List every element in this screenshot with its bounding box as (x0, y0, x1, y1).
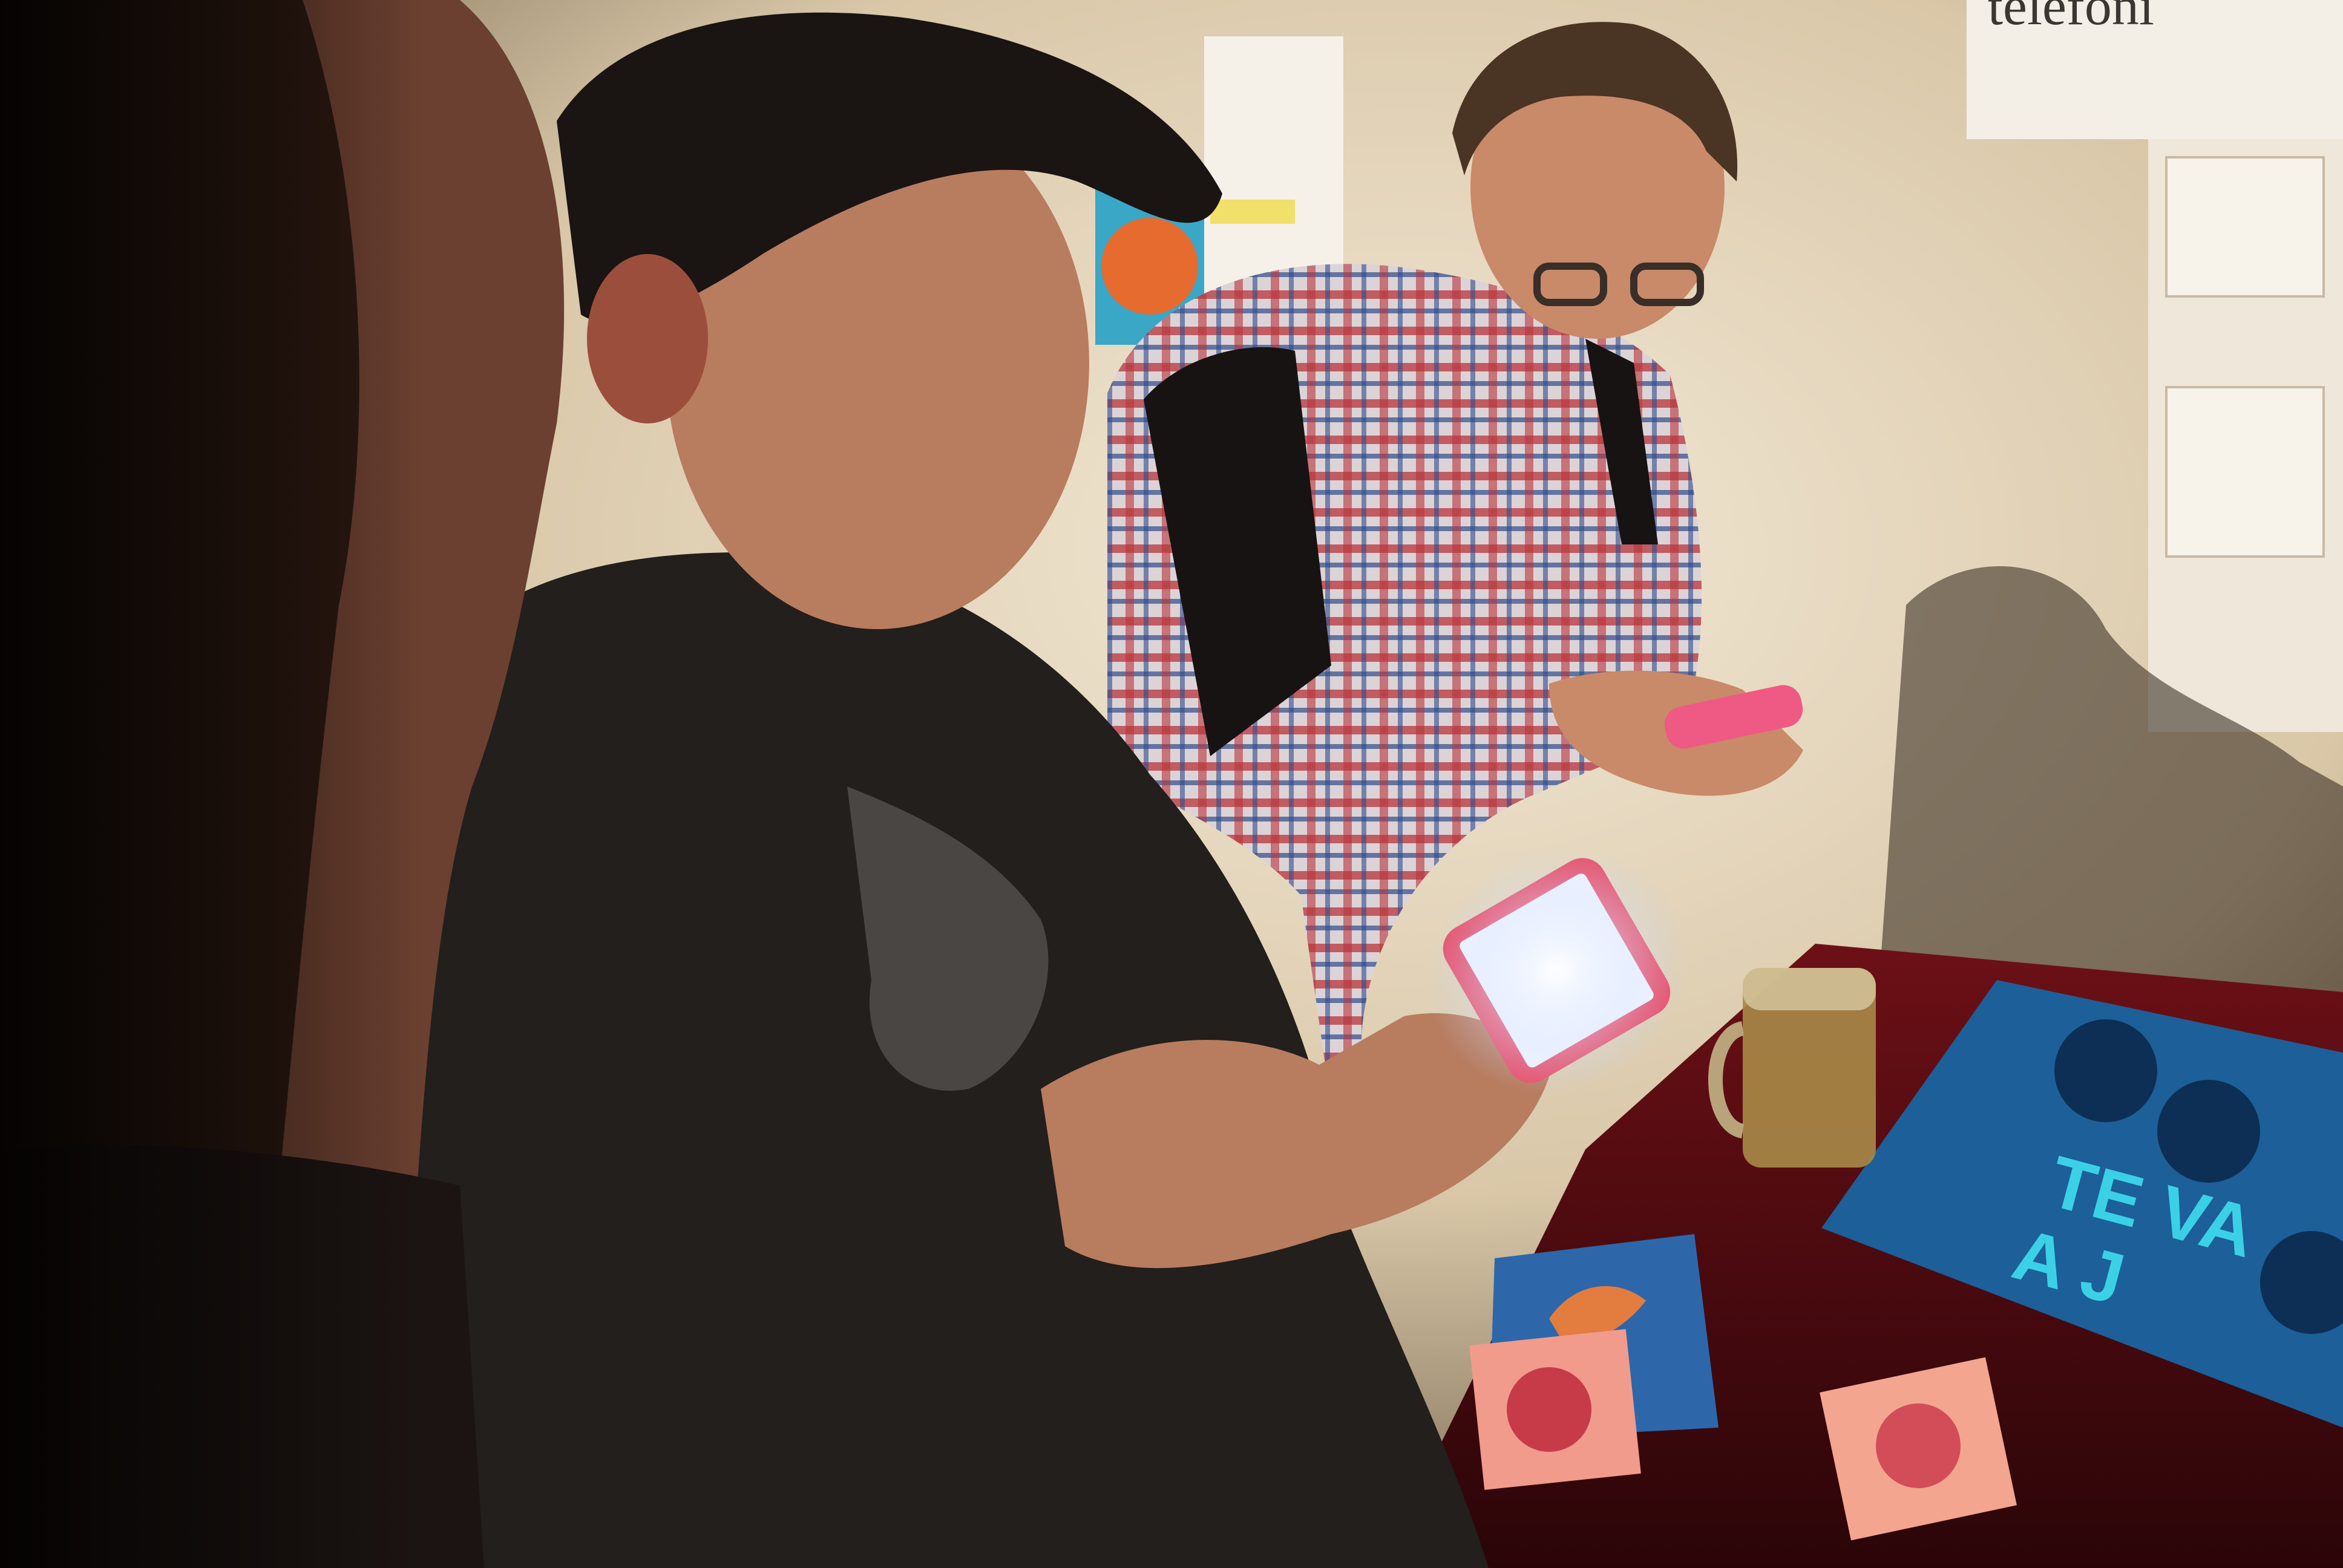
wall-sign-text: telefoni (1988, 0, 2154, 36)
photo-svg: telefoni TE VA A J (0, 0, 2343, 1568)
left-vignette (0, 0, 424, 1568)
wall-sign: telefoni (1967, 0, 2343, 139)
wall-poster-right (2148, 139, 2343, 732)
photo-scene: telefoni TE VA A J (0, 0, 2343, 1568)
